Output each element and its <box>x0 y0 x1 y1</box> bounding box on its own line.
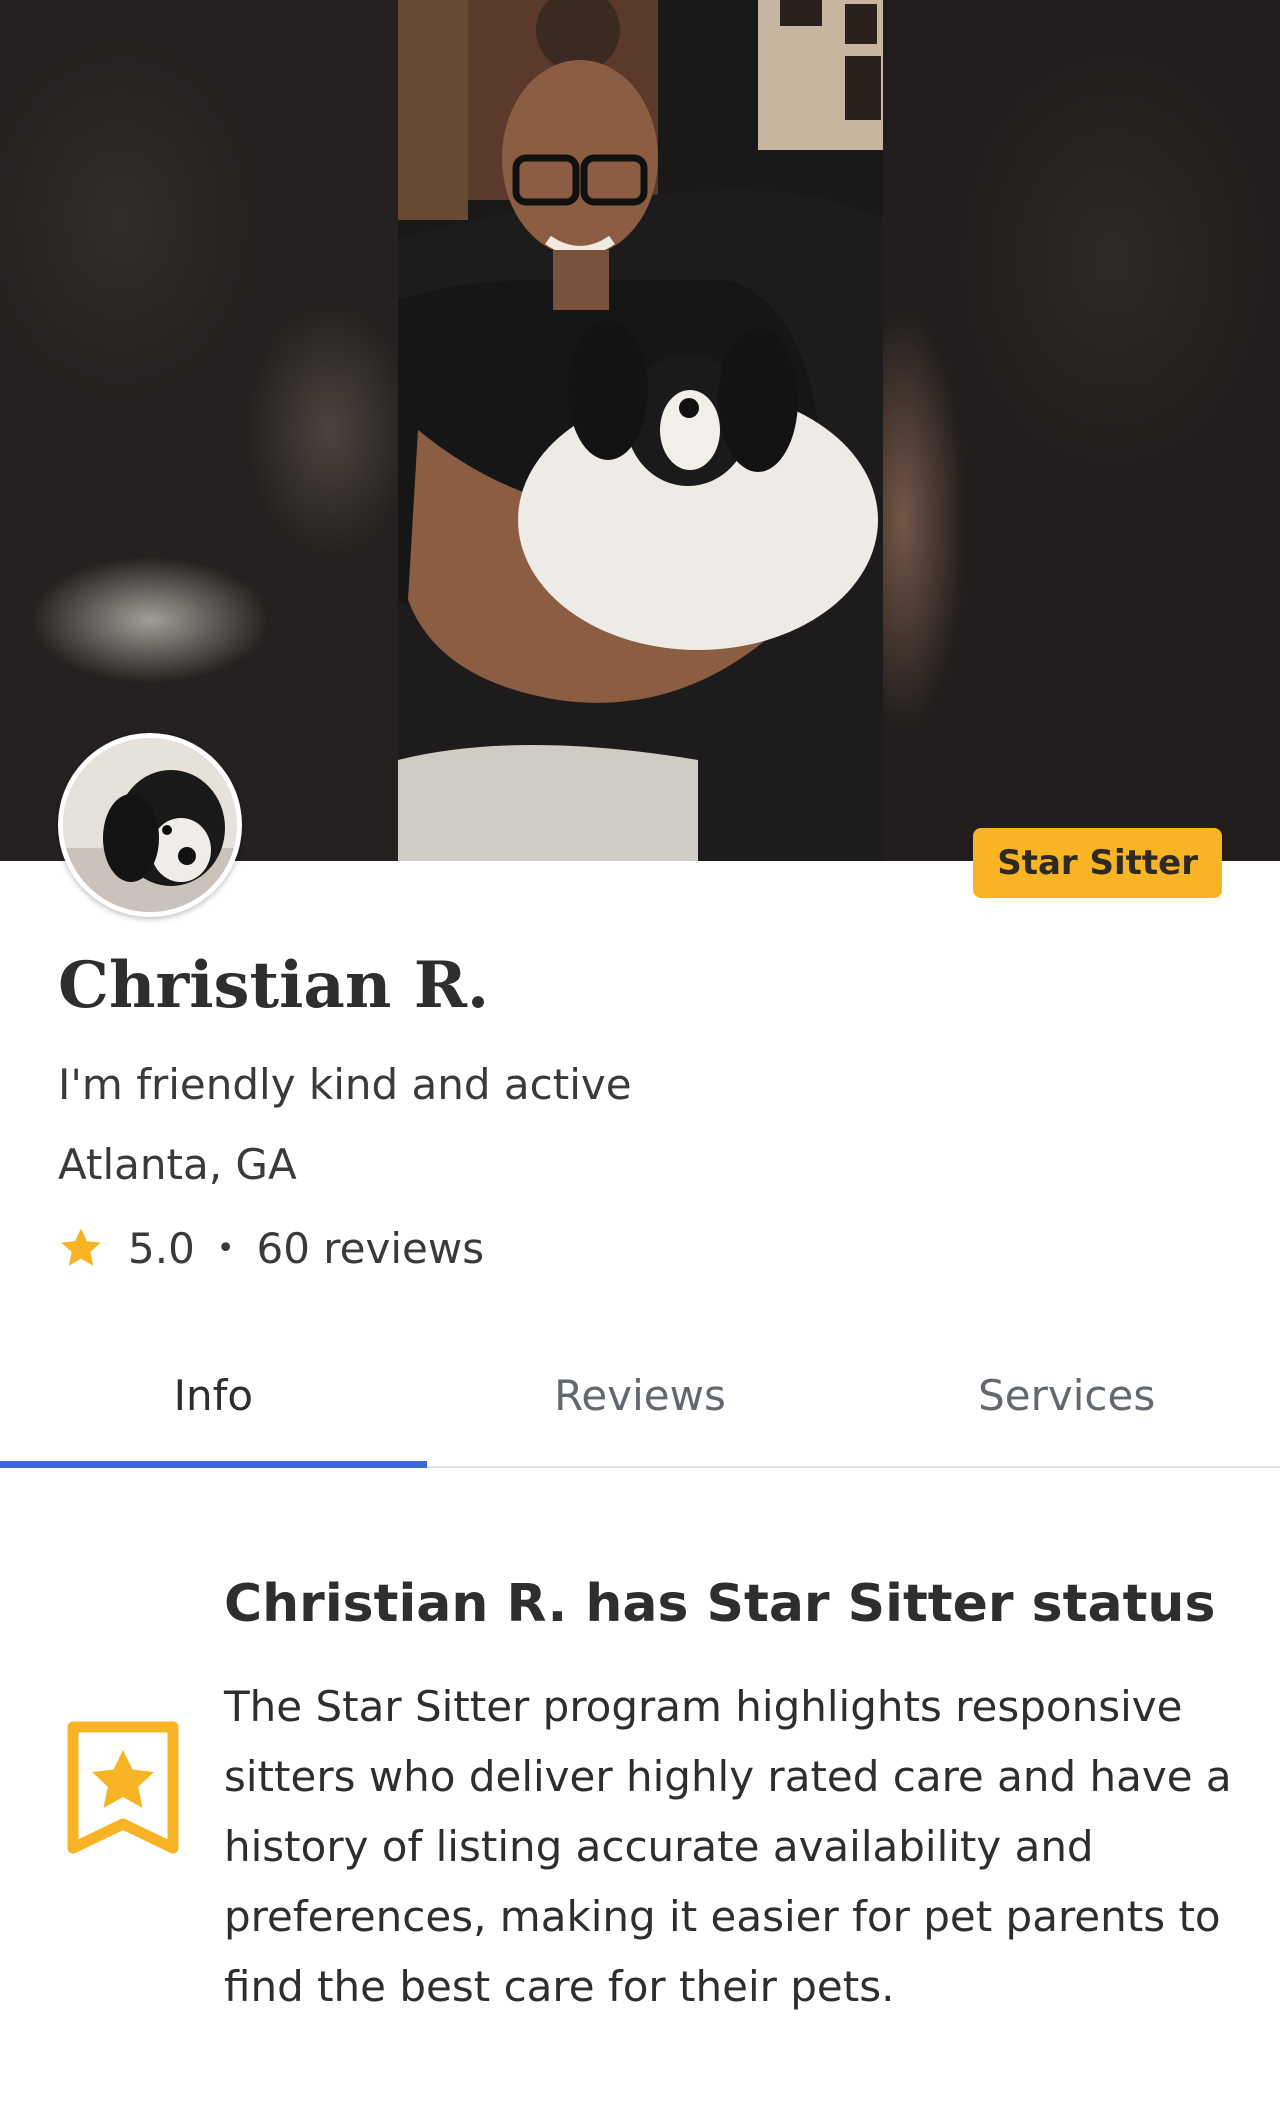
tab-reviews[interactable]: Reviews <box>427 1340 854 1466</box>
profile-hero-photo[interactable] <box>0 0 1280 861</box>
tab-info[interactable]: Info <box>0 1340 427 1468</box>
star-icon <box>61 1228 101 1266</box>
hero-photo-sitter-with-dog[interactable] <box>398 0 883 861</box>
hero-blurred-background-left <box>0 0 398 861</box>
tab-services[interactable]: Services <box>853 1340 1280 1466</box>
star-sitter-badge: Star Sitter <box>973 828 1222 898</box>
star-sitter-status-title: Christian R. has Star Sitter status <box>224 1574 1216 1634</box>
profile-tagline: I'm friendly kind and active <box>58 1060 632 1109</box>
star-sitter-status-description: The Star Sitter program highlights respo… <box>224 1682 1232 2011</box>
bookmark-star-icon <box>67 1721 179 1854</box>
rating-summary[interactable]: 5.0 • 60 reviews <box>58 1220 484 1276</box>
profile-name: Christian R. <box>58 948 490 1023</box>
review-count-link[interactable]: 60 reviews <box>257 1224 485 1273</box>
rating-value: 5.0 <box>128 1223 195 1273</box>
profile-location: Atlanta, GA <box>58 1140 297 1189</box>
avatar[interactable] <box>58 733 242 917</box>
profile-tabs: Info Reviews Services <box>0 1340 1280 1468</box>
hero-blurred-background-right <box>883 0 1280 861</box>
rating-separator: • <box>216 1230 235 1266</box>
